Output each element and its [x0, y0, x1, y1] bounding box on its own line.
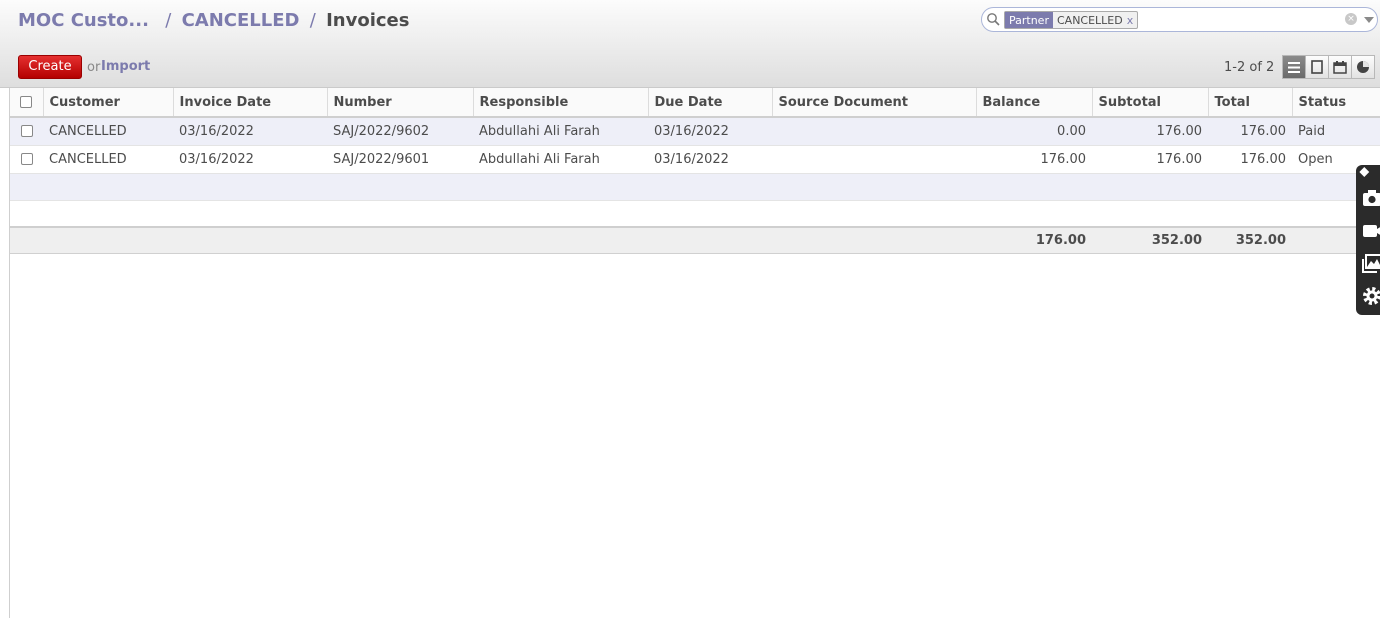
graph-view-button[interactable]	[1351, 55, 1375, 79]
form-view-icon	[1311, 60, 1323, 74]
search-options-chevron-icon[interactable]	[1364, 17, 1374, 23]
cell-responsible: Abdullahi Ali Farah	[473, 145, 648, 174]
select-all-cell	[10, 88, 44, 118]
search-bar[interactable]: Partner CANCELLED x ×	[981, 7, 1378, 32]
cell-total: 176.00	[1208, 117, 1292, 146]
search-input[interactable]	[1134, 11, 1324, 29]
or-label: or	[87, 60, 101, 75]
column-header-total[interactable]: Total	[1208, 88, 1293, 118]
column-header-source-document[interactable]: Source Document	[772, 88, 977, 118]
calendar-view-icon	[1333, 60, 1347, 74]
gallery-icon[interactable]	[1361, 253, 1380, 275]
column-header-number[interactable]: Number	[327, 88, 474, 118]
facet-category: Partner	[1005, 12, 1053, 28]
view-switcher	[1282, 55, 1375, 79]
invoice-list-table: Customer Invoice Date Number Responsible…	[10, 88, 1380, 254]
list-view-button[interactable]	[1282, 55, 1306, 79]
control-panel: MOC Custo... / CANCELLED / Invoices Part…	[0, 0, 1380, 88]
cell-number: SAJ/2022/9601	[327, 145, 473, 174]
cell-subtotal: 176.00	[1092, 145, 1208, 174]
column-header-balance[interactable]: Balance	[976, 88, 1093, 118]
table-row[interactable]: CANCELLED 03/16/2022 SAJ/2022/9602 Abdul…	[10, 117, 1380, 146]
calendar-view-button[interactable]	[1328, 55, 1352, 79]
screen-capture-widget	[1356, 165, 1380, 315]
select-all-checkbox[interactable]	[20, 96, 33, 108]
search-facet-partner[interactable]: Partner CANCELLED x	[1004, 11, 1139, 29]
total-subtotal: 352.00	[1092, 226, 1208, 254]
form-view-button[interactable]	[1305, 55, 1329, 79]
breadcrumb-separator: /	[309, 10, 316, 31]
table-header-row: Customer Invoice Date Number Responsible…	[10, 88, 1380, 118]
column-header-due-date[interactable]: Due Date	[648, 88, 773, 118]
table-row[interactable]: CANCELLED 03/16/2022 SAJ/2022/9601 Abdul…	[10, 145, 1380, 174]
facet-value: CANCELLED	[1056, 14, 1123, 27]
empty-row	[10, 173, 1380, 201]
breadcrumb-item-cancelled[interactable]: CANCELLED	[182, 10, 300, 31]
breadcrumb-item-moc-customers[interactable]: MOC Custo...	[18, 10, 149, 31]
column-header-customer[interactable]: Customer	[43, 88, 174, 118]
empty-row	[10, 200, 1380, 228]
cell-invoice-date: 03/16/2022	[173, 145, 327, 174]
gear-icon[interactable]	[1361, 285, 1380, 307]
cell-invoice-date: 03/16/2022	[173, 117, 327, 146]
create-button[interactable]: Create	[18, 55, 82, 79]
clear-search-icon[interactable]: ×	[1345, 13, 1357, 25]
cell-total: 176.00	[1208, 145, 1292, 174]
row-select-cell	[10, 117, 43, 146]
cell-status: Paid	[1292, 117, 1380, 146]
row-checkbox[interactable]	[20, 125, 33, 138]
cell-balance: 0.00	[976, 117, 1092, 146]
breadcrumb: MOC Custo... / CANCELLED / Invoices	[18, 10, 409, 31]
graph-view-icon	[1357, 61, 1369, 73]
cell-number: SAJ/2022/9602	[327, 117, 473, 146]
total-balance: 176.00	[976, 226, 1092, 254]
column-header-subtotal[interactable]: Subtotal	[1092, 88, 1209, 118]
list-view-icon	[1288, 61, 1300, 73]
cell-due-date: 03/16/2022	[648, 117, 772, 146]
cell-source-document	[772, 145, 976, 174]
page-title: Invoices	[326, 10, 410, 31]
column-header-responsible[interactable]: Responsible	[473, 88, 649, 118]
row-select-cell	[10, 145, 43, 174]
video-icon[interactable]	[1361, 220, 1380, 242]
cell-responsible: Abdullahi Ali Farah	[473, 117, 648, 146]
cell-customer: CANCELLED	[43, 145, 173, 174]
cell-source-document	[772, 117, 976, 146]
search-icon	[987, 13, 1000, 26]
cell-due-date: 03/16/2022	[648, 145, 772, 174]
cell-customer: CANCELLED	[43, 117, 173, 146]
column-header-invoice-date[interactable]: Invoice Date	[173, 88, 328, 118]
totals-row: 176.00 352.00 352.00	[10, 226, 1380, 254]
pager-value[interactable]: 1-2 of 2	[1224, 60, 1274, 75]
row-checkbox[interactable]	[20, 153, 33, 165]
pin-icon[interactable]	[1358, 165, 1372, 179]
cell-balance: 176.00	[976, 145, 1092, 174]
column-header-status[interactable]: Status	[1292, 88, 1380, 118]
camera-icon[interactable]	[1361, 187, 1380, 209]
breadcrumb-separator: /	[165, 10, 172, 31]
import-link[interactable]: Import	[101, 59, 150, 74]
cell-subtotal: 176.00	[1092, 117, 1208, 146]
total-total: 352.00	[1208, 226, 1292, 254]
